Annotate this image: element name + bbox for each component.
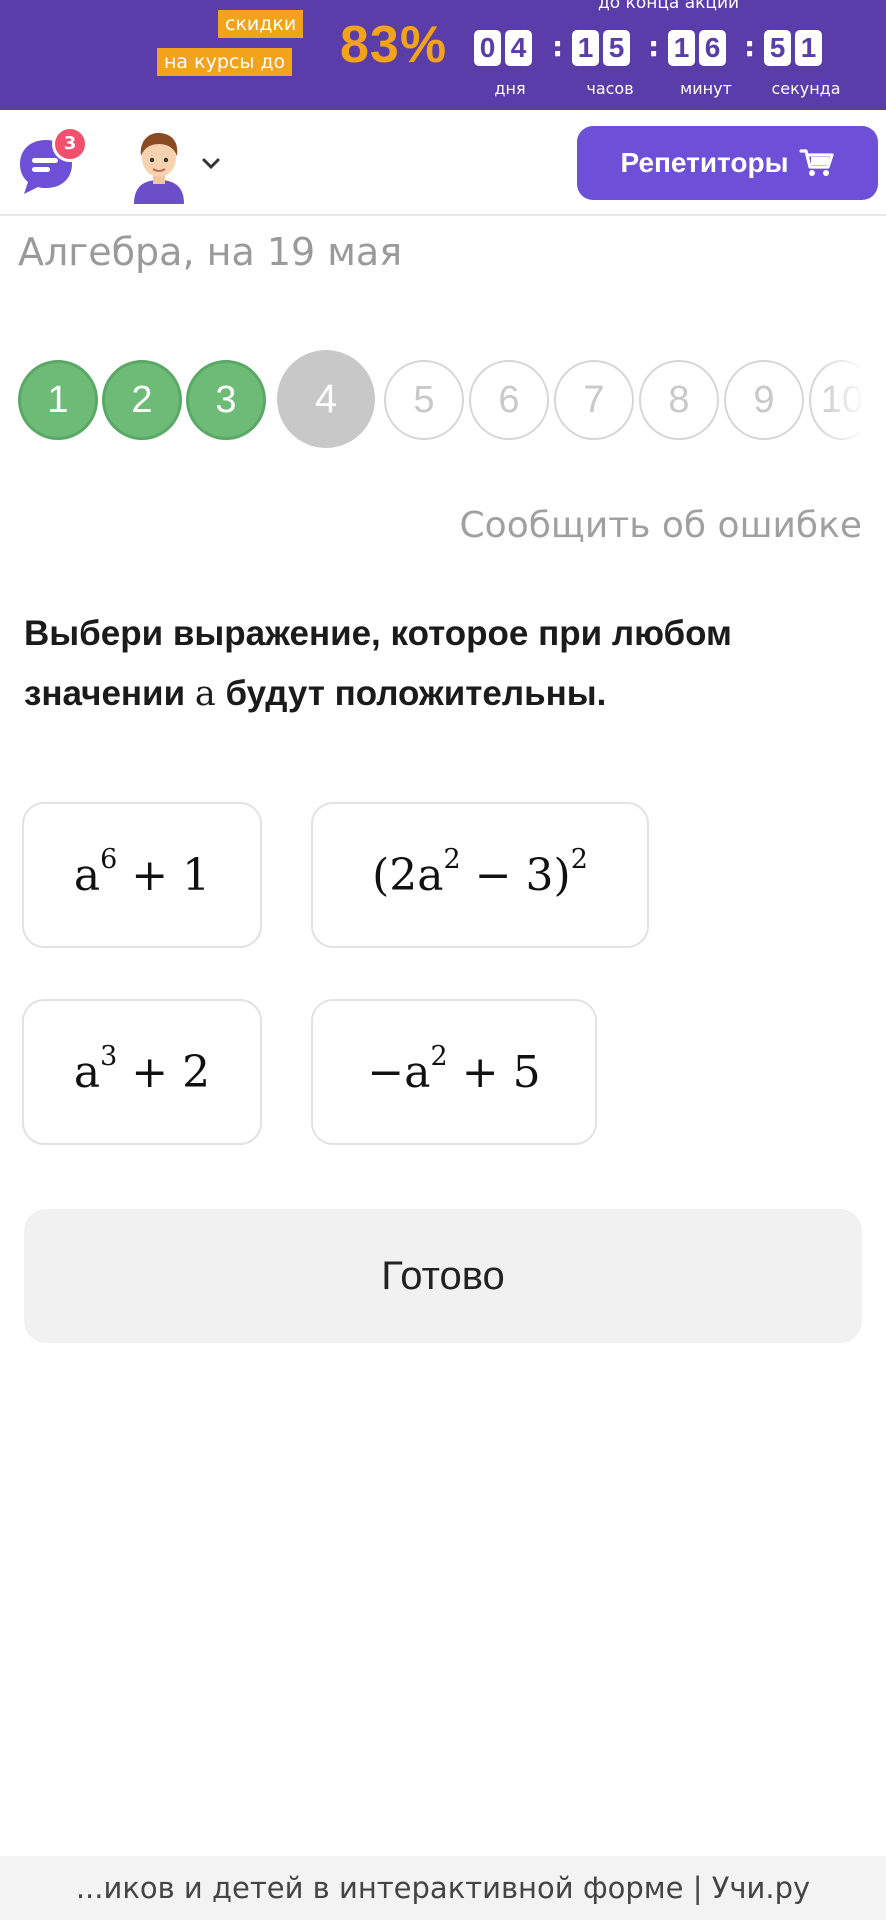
step-1[interactable]: 1 <box>18 360 98 440</box>
countdown-colon: : <box>744 30 756 63</box>
step-8[interactable]: 8 <box>639 360 719 440</box>
countdown-digit: 1 <box>668 30 695 66</box>
subject-date-title: Алгебра, на 19 мая <box>18 230 403 274</box>
step-5[interactable]: 5 <box>384 360 464 440</box>
countdown-label-minutes: минут <box>680 79 732 98</box>
promo-banner[interactable]: скидки на курсы до 83% до конца акции 0 … <box>0 0 886 110</box>
chat-badge: 3 <box>52 126 88 162</box>
tutors-button-label: Репетиторы <box>620 147 789 178</box>
countdown-digit: 5 <box>764 30 791 66</box>
question-text: Выбери выражение, которое при любом знач… <box>24 604 864 724</box>
countdown-digit: 0 <box>474 30 501 66</box>
done-button[interactable]: Готово <box>24 1209 862 1343</box>
footer-caption: ...иков и детей в интерактивной форме | … <box>0 1856 886 1920</box>
countdown-digit: 1 <box>572 30 599 66</box>
countdown-label-seconds: секунда <box>771 79 841 98</box>
cart-icon <box>798 148 835 178</box>
countdown-label-days: дня <box>494 79 526 98</box>
app-header: 3 Репетиторы <box>0 110 886 216</box>
chevron-down-icon[interactable] <box>200 156 222 172</box>
countdown-label-hours: часов <box>586 79 634 98</box>
step-3[interactable]: 3 <box>186 360 266 440</box>
question-variable: a <box>194 674 216 714</box>
promo-tag-line2: на курсы до <box>157 48 293 76</box>
countdown-digit: 1 <box>795 30 822 66</box>
answer-option-3[interactable]: a3 + 2 <box>22 999 262 1145</box>
step-6[interactable]: 6 <box>469 360 549 440</box>
tutors-button[interactable]: Репетиторы <box>577 126 878 200</box>
steps-fade-overlay <box>820 340 886 460</box>
step-9[interactable]: 9 <box>724 360 804 440</box>
countdown-digit: 6 <box>699 30 726 66</box>
promo-percent: 83% <box>340 16 448 74</box>
promo-tag-line1: скидки <box>218 10 304 38</box>
answer-option-2[interactable]: (2a 2 − 3) 2 <box>311 802 649 948</box>
countdown-colon: : <box>648 30 660 63</box>
avatar[interactable] <box>126 128 192 204</box>
countdown-colon: : <box>552 30 564 63</box>
promo-until-label: до конца акции <box>598 0 740 13</box>
step-7[interactable]: 7 <box>554 360 634 440</box>
question-part2: будут положительны. <box>225 674 607 713</box>
step-4-current[interactable]: 4 <box>277 350 375 448</box>
answer-option-1[interactable]: a6 + 1 <box>22 802 262 948</box>
answer-option-4[interactable]: −a 2 + 5 <box>311 999 597 1145</box>
step-2[interactable]: 2 <box>102 360 182 440</box>
countdown-digit: 5 <box>603 30 630 66</box>
report-error-link[interactable]: Сообщить об ошибке <box>460 498 862 554</box>
countdown-digit: 4 <box>505 30 532 66</box>
